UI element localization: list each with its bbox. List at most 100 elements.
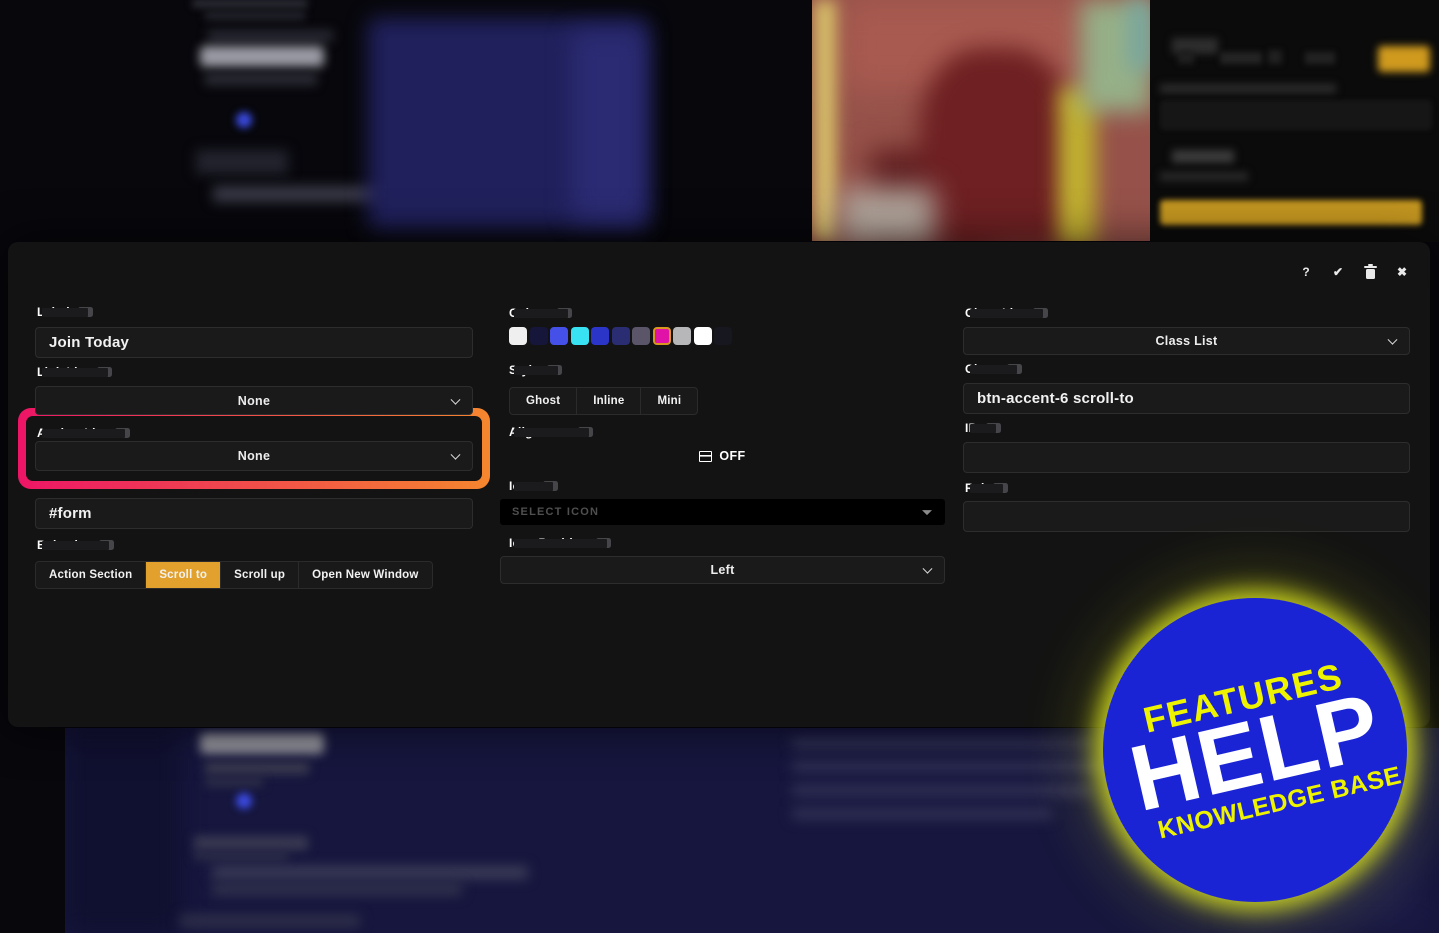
blur-blob (194, 836, 308, 850)
info-icon[interactable] (542, 481, 558, 491)
style-option[interactable]: Inline (577, 388, 642, 414)
help-icon[interactable]: ? (1298, 264, 1314, 280)
blur-blob (236, 112, 252, 128)
color-swatch[interactable] (632, 327, 650, 345)
chevron-down-icon (450, 394, 461, 405)
blur-blob (200, 733, 324, 754)
link-list-select[interactable]: None (35, 386, 473, 415)
chevron-down-icon (1387, 334, 1398, 345)
class-list-select[interactable]: Class List (963, 327, 1410, 355)
blur-blob (180, 915, 360, 927)
chevron-down-icon (922, 563, 933, 574)
trash-icon[interactable] (1362, 263, 1378, 280)
info-icon[interactable] (1006, 364, 1022, 374)
close-icon[interactable]: ✖ (1394, 264, 1410, 280)
color-swatch[interactable] (673, 327, 691, 345)
blur-blob (792, 737, 1092, 750)
icon-position-select[interactable]: Left (500, 556, 945, 584)
behavior-option[interactable]: Open New Window (299, 562, 431, 588)
blur-blob (192, 0, 308, 7)
alignment-toggle[interactable]: OFF (500, 444, 945, 468)
blur-blob (920, 48, 1072, 241)
anchor-list-label: Anchor List (37, 426, 130, 440)
blur-blob (840, 188, 935, 241)
id-input[interactable] (963, 442, 1410, 473)
blur-blob (200, 46, 324, 67)
help-badge[interactable]: FEATURES HELP KNOWLEDGE BASE (1103, 598, 1407, 902)
alignment-label: Alignment (509, 425, 594, 439)
blur-blob (1160, 100, 1432, 130)
color-swatch[interactable] (693, 327, 712, 345)
class-label: Class (965, 362, 1022, 376)
class-list-label: Class List (965, 306, 1048, 320)
colour-swatch-row (509, 327, 732, 345)
apply-check-icon[interactable]: ✔ (1330, 264, 1346, 280)
behavior-label: Behavior (37, 538, 114, 552)
label-input[interactable]: Join Today (35, 327, 473, 358)
color-swatch[interactable] (714, 327, 732, 345)
info-icon[interactable] (596, 538, 612, 548)
id-label: ID (965, 421, 1001, 435)
blur-blob (1160, 172, 1248, 181)
blur-button (1160, 200, 1422, 225)
blur-blob (792, 784, 1092, 797)
icon-select[interactable]: SELECT ICON (500, 499, 945, 525)
color-swatch[interactable] (652, 327, 671, 345)
blur-blob (208, 30, 333, 42)
screen: ? ✔ ✖ Label Join Today Link List None An… (0, 0, 1439, 933)
info-icon[interactable] (114, 428, 130, 438)
help-badge-text: FEATURES HELP KNOWLEDGE BASE (1116, 653, 1404, 847)
rel-input[interactable] (963, 501, 1410, 532)
info-icon[interactable] (547, 365, 563, 375)
blur-blob (205, 778, 263, 786)
color-swatch[interactable] (570, 327, 589, 345)
trash-glyph (1363, 263, 1377, 279)
blur-blob (212, 866, 528, 879)
style-option[interactable]: Mini (641, 388, 697, 414)
info-icon[interactable] (578, 427, 594, 437)
color-swatch[interactable] (611, 327, 630, 345)
blur-blob (1172, 150, 1234, 163)
background-photo (812, 0, 1150, 241)
triangle-down-icon (922, 510, 932, 516)
blur-blob (1160, 84, 1336, 93)
color-swatch[interactable] (529, 327, 548, 345)
anchor-input[interactable]: #form (35, 498, 473, 529)
blur-button (1378, 46, 1430, 72)
behavior-option[interactable]: Action Section (36, 562, 147, 588)
link-list-label: Link List (37, 365, 113, 379)
style-label: Style (509, 363, 563, 377)
info-icon[interactable] (1032, 308, 1048, 318)
blur-blob (236, 793, 252, 809)
chevron-down-icon (450, 449, 461, 460)
info-icon[interactable] (97, 367, 113, 377)
colour-label: Colour (509, 306, 573, 320)
color-swatch[interactable] (550, 327, 568, 345)
info-icon[interactable] (98, 540, 114, 550)
info-icon[interactable] (985, 423, 1001, 433)
blur-blob (205, 762, 309, 774)
behavior-option[interactable]: Scroll up (221, 562, 300, 588)
blur-blob (196, 150, 288, 174)
color-swatch[interactable] (509, 327, 527, 345)
info-icon[interactable] (992, 483, 1008, 493)
behavior-group: Action Section Scroll to Scroll up Open New… (35, 561, 433, 589)
anchor-list-select[interactable]: None (35, 441, 473, 471)
class-input[interactable]: btn-accent-6 scroll-to (963, 383, 1410, 414)
blur-blob (1220, 52, 1262, 64)
icon-label: Icon (509, 479, 558, 493)
blur-blob (1268, 50, 1282, 64)
blur-blob (212, 884, 462, 895)
blur-blob (194, 852, 288, 860)
behavior-option[interactable]: Scroll to (146, 562, 222, 588)
label-field-label: Label (37, 305, 93, 319)
color-swatch[interactable] (591, 327, 609, 345)
info-icon[interactable] (557, 308, 573, 318)
alignment-toggle-icon (699, 450, 713, 462)
style-group: Ghost Inline Mini (509, 387, 699, 415)
info-icon[interactable] (77, 307, 93, 317)
blur-blob (792, 807, 1052, 820)
icon-position-label: Icon Position (509, 536, 612, 550)
blur-blob (814, 0, 836, 241)
style-option[interactable]: Ghost (510, 388, 578, 414)
